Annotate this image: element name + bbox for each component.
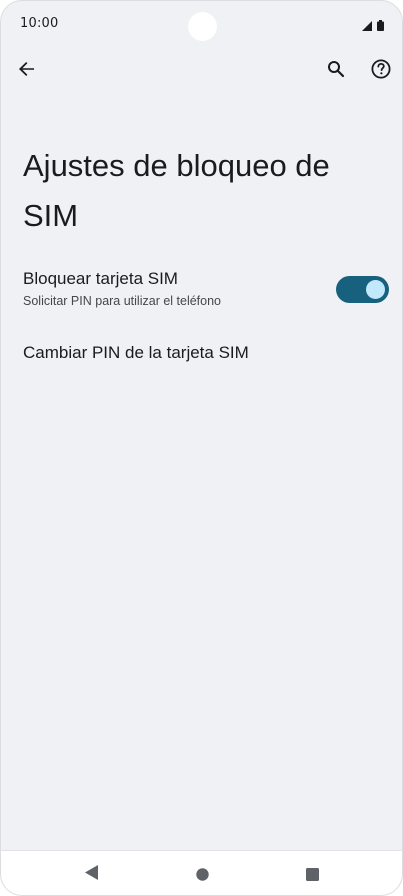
battery-icon — [377, 16, 384, 35]
help-circle-icon — [371, 59, 391, 83]
setting-lock-sim-title: Bloquear tarjeta SIM — [23, 269, 178, 288]
back-button[interactable] — [11, 55, 43, 87]
phone-screen: 10:00 Ajustes de bloqueo de SIM Bloquear… — [0, 0, 403, 896]
status-time: 10:00 — [20, 16, 59, 31]
setting-lock-sim[interactable]: Bloquear tarjeta SIM Solicitar PIN para … — [1, 267, 402, 317]
help-button[interactable] — [365, 55, 397, 87]
status-icons — [362, 16, 384, 35]
nav-home-icon[interactable] — [196, 866, 209, 885]
toggle-knob — [366, 280, 385, 299]
setting-change-pin-title: Cambiar PIN de la tarjeta SIM — [23, 343, 249, 362]
search-button[interactable] — [320, 55, 352, 87]
search-icon — [327, 60, 345, 82]
camera-cutout — [188, 12, 217, 41]
signal-icon — [362, 16, 372, 35]
nav-recents-icon[interactable] — [306, 866, 319, 885]
setting-lock-sim-subtitle: Solicitar PIN para utilizar el teléfono — [23, 294, 222, 308]
status-bar: 10:00 — [1, 1, 402, 45]
app-bar — [1, 49, 402, 93]
setting-change-pin[interactable]: Cambiar PIN de la tarjeta SIM — [1, 341, 402, 369]
arrow-back-icon — [18, 60, 36, 82]
page-title: Ajustes de bloqueo de SIM — [23, 148, 330, 233]
nav-back-icon[interactable] — [85, 865, 99, 884]
navigation-bar — [1, 850, 402, 895]
lock-sim-toggle[interactable] — [336, 276, 389, 303]
